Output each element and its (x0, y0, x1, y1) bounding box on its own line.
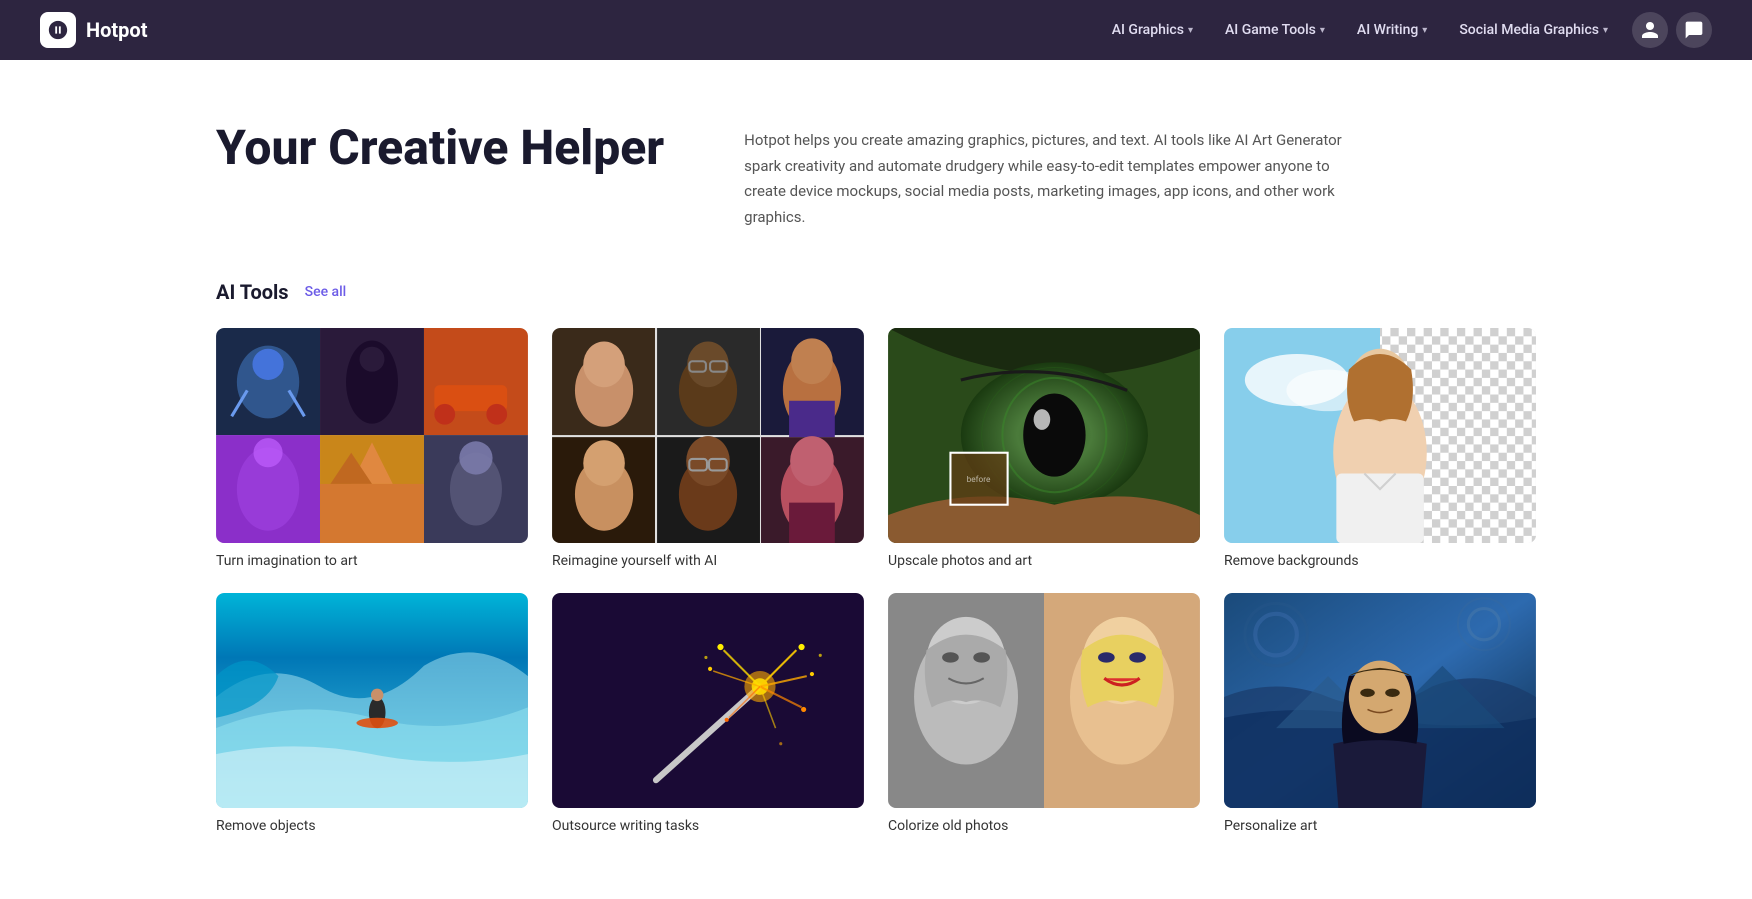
nav-links: AI Graphics ▾ AI Game Tools ▾ AI Writing… (1100, 14, 1620, 46)
tool-image-outsource-writing (552, 593, 864, 808)
tool-label-colorize-photos: Colorize old photos (888, 818, 1200, 834)
tool-label-turn-imagination: Turn imagination to art (216, 553, 528, 569)
tool-label-reimagine-yourself: Reimagine yourself with AI (552, 553, 864, 569)
hero-title: Your Creative Helper (216, 120, 664, 175)
chevron-down-icon: ▾ (1320, 25, 1325, 36)
tool-card-remove-backgrounds[interactable]: Remove backgrounds (1224, 328, 1536, 569)
tool-card-outsource-writing[interactable]: Outsource writing tasks (552, 593, 864, 834)
tool-label-remove-objects: Remove objects (216, 818, 528, 834)
tool-image-remove-backgrounds (1224, 328, 1536, 543)
chevron-down-icon: ▾ (1188, 25, 1193, 36)
tool-card-upscale-photos[interactable]: before Upscale photos and art (888, 328, 1200, 569)
nav-item-social-media-graphics[interactable]: Social Media Graphics ▾ (1447, 14, 1620, 46)
tool-label-upscale-photos: Upscale photos and art (888, 553, 1200, 569)
tool-card-personalize-art[interactable]: Personalize art (1224, 593, 1536, 834)
tool-image-personalize-art (1224, 593, 1536, 808)
nav-item-ai-writing[interactable]: AI Writing ▾ (1345, 14, 1439, 46)
section-header: AI Tools See all (216, 280, 1536, 304)
tool-label-remove-backgrounds: Remove backgrounds (1224, 553, 1536, 569)
logo-text: Hotpot (86, 18, 147, 42)
tool-label-personalize-art: Personalize art (1224, 818, 1536, 834)
chevron-down-icon: ▾ (1422, 25, 1427, 36)
tool-label-outsource-writing: Outsource writing tasks (552, 818, 864, 834)
tools-grid: Turn imagination to art (216, 328, 1536, 834)
nav-icons (1632, 12, 1712, 48)
hero-section: Your Creative Helper Hotpot helps you cr… (176, 60, 1576, 260)
user-icon-button[interactable] (1632, 12, 1668, 48)
svg-text:before: before (967, 475, 991, 485)
hero-description: Hotpot helps you create amazing graphics… (744, 120, 1344, 230)
navbar: Hotpot AI Graphics ▾ AI Game Tools ▾ AI … (0, 0, 1752, 60)
tool-image-turn-imagination (216, 328, 528, 543)
tool-image-reimagine-yourself (552, 328, 864, 543)
nav-item-ai-game-tools[interactable]: AI Game Tools ▾ (1213, 14, 1337, 46)
tool-image-upscale-photos: before (888, 328, 1200, 543)
tool-image-colorize-photos (888, 593, 1200, 808)
tool-image-remove-objects (216, 593, 528, 808)
ai-tools-section: AI Tools See all (176, 260, 1576, 894)
tool-card-remove-objects[interactable]: Remove objects (216, 593, 528, 834)
see-all-link[interactable]: See all (305, 284, 347, 300)
tool-card-turn-imagination[interactable]: Turn imagination to art (216, 328, 528, 569)
logo-link[interactable]: Hotpot (40, 12, 147, 48)
nav-item-ai-graphics[interactable]: AI Graphics ▾ (1100, 14, 1205, 46)
tool-card-colorize-photos[interactable]: Colorize old photos (888, 593, 1200, 834)
logo-icon (40, 12, 76, 48)
chat-icon-button[interactable] (1676, 12, 1712, 48)
section-title: AI Tools (216, 280, 289, 304)
chevron-down-icon: ▾ (1603, 25, 1608, 36)
tool-card-reimagine-yourself[interactable]: Reimagine yourself with AI (552, 328, 864, 569)
